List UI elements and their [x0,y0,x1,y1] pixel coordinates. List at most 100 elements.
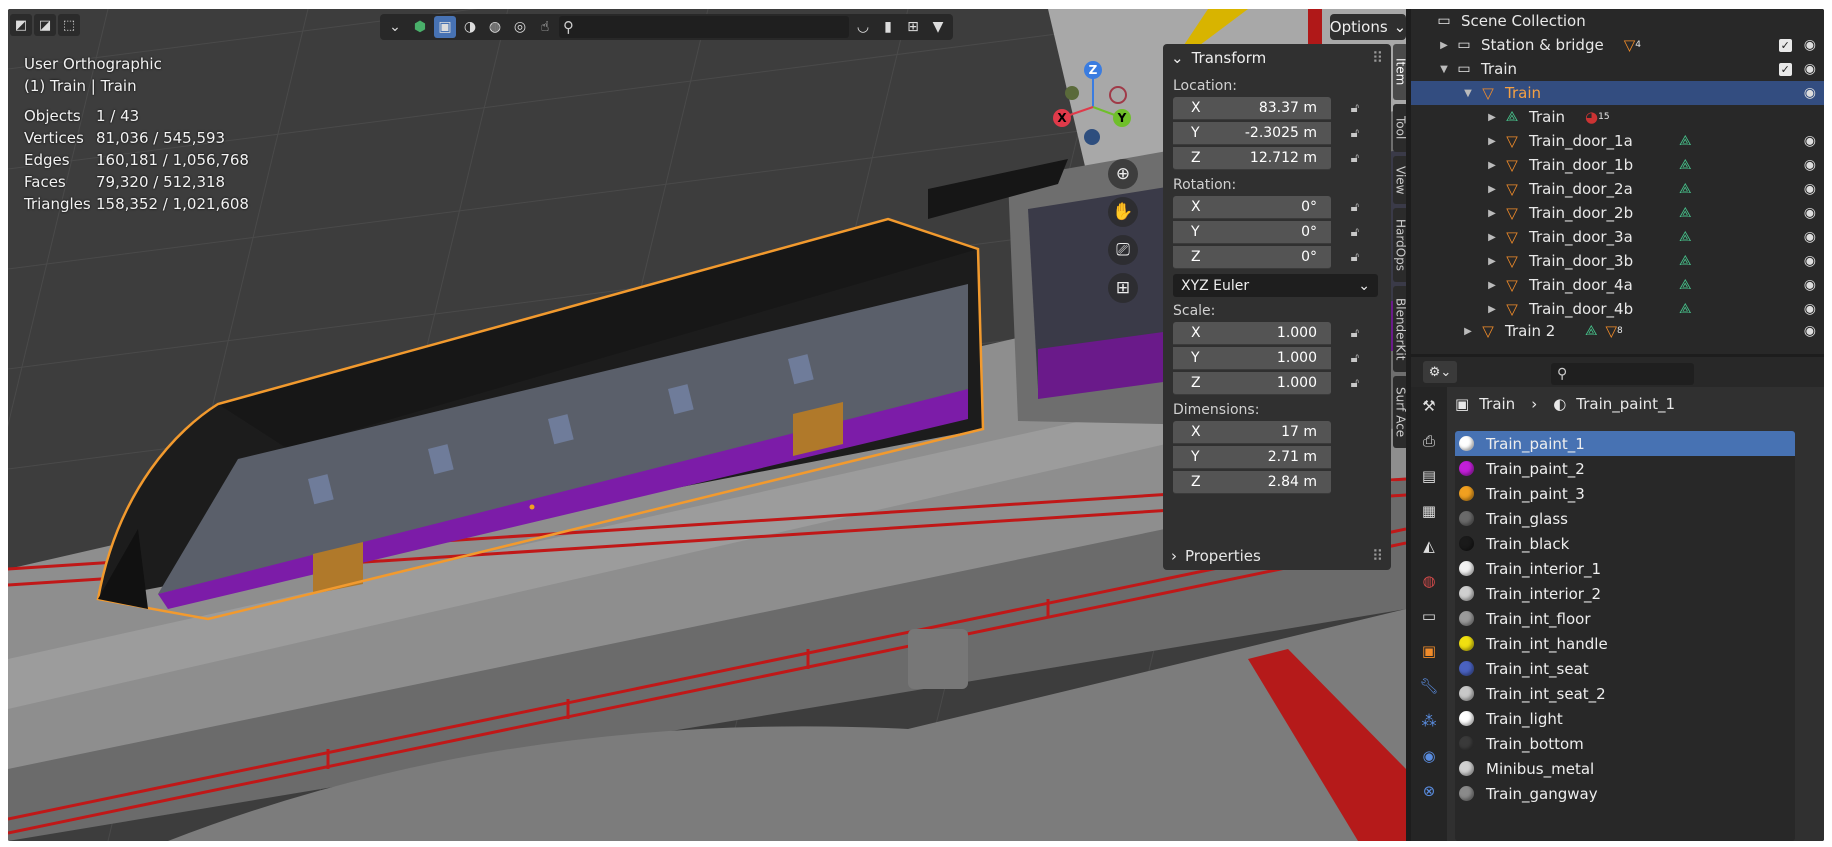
eye-icon[interactable]: ◉ [1804,323,1816,339]
chevron-right-icon[interactable]: ▶ [1485,256,1499,267]
chevron-down-icon[interactable]: ⌄ [384,16,406,38]
world-icon[interactable]: ◎ [509,16,531,38]
render-icon[interactable]: ⎙ [1416,428,1442,454]
material-slot[interactable]: Train_bottom [1455,731,1795,756]
render-shading-icon[interactable]: ◍ [484,16,506,38]
tab-surf-ace[interactable]: Surf Ace [1393,376,1406,448]
world-icon[interactable]: ◍ [1416,568,1442,594]
material-slot[interactable]: Train_paint_2 [1455,456,1795,481]
location-z-field[interactable]: Z 12.712 m [1173,147,1331,170]
chevron-right-icon[interactable]: ▶ [1485,136,1499,147]
chevron-right-icon[interactable]: ▶ [1485,232,1499,243]
scene-collection-row[interactable]: ▭ Scene Collection [1411,9,1824,33]
subtract-mode-icon[interactable]: ⬚ [58,14,80,36]
material-slot[interactable]: Train_glass [1455,506,1795,531]
camera-icon[interactable]: ⎚ [1108,235,1138,265]
output-icon[interactable]: ▤ [1416,463,1442,489]
outliner-row[interactable]: ▶ ▽ Train_door_1a ⟁ ◉ [1411,129,1824,153]
material-slot[interactable]: Train_paint_1 [1455,431,1795,456]
extend-mode-icon[interactable]: ◪ [34,14,56,36]
outliner-row[interactable]: ▶ ▽ Train 2 ⟁ ▽ 8 ◉ [1411,321,1824,341]
chevron-right-icon[interactable]: ▶ [1437,40,1451,51]
outliner-row[interactable]: ▶ ▽ Train_door_4a ⟁ ◉ [1411,273,1824,297]
gesture-icon[interactable]: ☝ [534,16,556,38]
scene-icon[interactable]: ◭ [1416,533,1442,559]
lock-icon[interactable]: 🔓︎ [1331,101,1359,116]
lock-icon[interactable]: 🔓︎ [1331,126,1359,141]
material-slot[interactable]: Train_int_handle [1455,631,1795,656]
collection-icon[interactable]: ▭ [1416,603,1442,629]
scale-x-field[interactable]: X 1.000 [1173,322,1331,345]
outliner-row[interactable]: ▼ ▭ Train ✓ ◉ [1411,57,1824,81]
particles-icon[interactable]: ⁂ [1416,708,1442,734]
options-dropdown[interactable]: Options ⌄ [1330,14,1406,40]
modifier-wrench-icon[interactable]: 🔧︎ [1416,673,1442,699]
scale-z-field[interactable]: Z 1.000 [1173,372,1331,395]
material-slot-list[interactable]: Train_paint_1 Train_paint_2 Train_paint_3 T… [1455,431,1795,841]
select-mode-icon[interactable]: ◩ [10,14,32,36]
rotation-mode-select[interactable]: XYZ Euler ⌄ [1173,274,1378,297]
chevron-right-icon[interactable]: ▶ [1485,280,1499,291]
chevron-down-icon[interactable]: ▼ [1437,64,1451,75]
shading-color-icon[interactable]: ⬢ [409,16,431,38]
eye-icon[interactable]: ◉ [1804,301,1816,317]
location-y-field[interactable]: Y -2.3025 m [1173,122,1331,145]
filter-icon[interactable]: ▼ [927,16,949,38]
material-slot[interactable]: Train_gangway [1455,781,1795,806]
lock-icon[interactable]: 🔓︎ [1331,200,1359,215]
bookmark-icon[interactable]: ▮ [877,16,899,38]
material-slot[interactable]: Train_int_seat_2 [1455,681,1795,706]
physics-icon[interactable]: ◉ [1416,743,1442,769]
view-layer-icon[interactable]: ▦ [1416,498,1442,524]
tab-tool[interactable]: Tool [1393,104,1406,152]
zoom-icon[interactable]: ⊕ [1108,159,1138,189]
tab-hardops[interactable]: HardOps [1393,208,1406,282]
include-checkbox[interactable]: ✓ [1778,62,1792,76]
material-slot[interactable]: Train_black [1455,531,1795,556]
material-slot[interactable]: Train_paint_3 [1455,481,1795,506]
dimensions-z-field[interactable]: Z 2.84 m [1173,471,1331,494]
chevron-right-icon[interactable]: ▶ [1485,208,1499,219]
material-slot[interactable]: Train_interior_1 [1455,556,1795,581]
navigation-gizmo[interactable]: Z Y X [1048,59,1138,159]
material-slot[interactable]: Train_int_floor [1455,606,1795,631]
outliner-row[interactable]: ▶ ⟁ Train ◕ 15 [1411,105,1824,129]
scale-y-field[interactable]: Y 1.000 [1173,347,1331,370]
properties-panel-header[interactable]: › Properties ⠿ [1163,542,1391,570]
search-input[interactable]: ⚲ [559,16,849,38]
chevron-right-icon[interactable]: ▶ [1485,304,1499,315]
rotation-y-field[interactable]: Y 0° [1173,221,1331,244]
outliner-row[interactable]: ▶ ▽ Train_door_3a ⟁ ◉ [1411,225,1824,249]
rotation-x-field[interactable]: X 0° [1173,196,1331,219]
dimensions-x-field[interactable]: X 17 m [1173,421,1331,444]
material-shading-icon[interactable]: ◑ [459,16,481,38]
dimensions-y-field[interactable]: Y 2.71 m [1173,446,1331,469]
pan-hand-icon[interactable]: ✋ [1108,197,1138,227]
lock-icon[interactable]: 🔓︎ [1331,225,1359,240]
grid-ortho-icon[interactable]: ⊞ [1108,273,1138,303]
object-icon[interactable]: ▣ [1416,638,1442,664]
outliner-row[interactable]: ▶ ▽ Train_door_1b ⟁ ◉ [1411,153,1824,177]
chevron-right-icon[interactable]: ▶ [1485,112,1499,123]
lock-icon[interactable]: 🔓︎ [1331,376,1359,391]
eye-icon[interactable]: ◉ [1804,37,1816,53]
eye-icon[interactable]: ◉ [1804,181,1816,197]
material-slot[interactable]: Train_int_seat [1455,656,1795,681]
chevron-right-icon[interactable]: ▶ [1485,160,1499,171]
chevron-right-icon[interactable]: ▶ [1461,326,1475,337]
eye-icon[interactable]: ◉ [1804,277,1816,293]
constraints-icon[interactable]: ⊗ [1416,778,1442,804]
hierarchy-icon[interactable]: ⊞ [902,16,924,38]
outliner-row[interactable]: ▶ ▭ Station & bridge ▽ 4 ✓ ◉ [1411,33,1824,57]
tab-blenderkit[interactable]: BlenderKit [1393,286,1406,372]
material-slot[interactable]: Train_light [1455,706,1795,731]
toggle-icon[interactable]: ◡ [852,16,874,38]
eye-icon[interactable]: ◉ [1804,85,1816,101]
3d-viewport[interactable]: ◩ ◪ ⬚ ⌄ ⬢ ▣ ◑ ◍ ◎ ☝ ⚲ ◡ ▮ ⊞ ▼ Options ⌄ … [8,9,1406,841]
eye-icon[interactable]: ◉ [1804,229,1816,245]
tab-item[interactable]: Item [1393,44,1406,100]
eye-icon[interactable]: ◉ [1804,205,1816,221]
outliner-row[interactable]: ▶ ▽ Train_door_4b ⟁ ◉ [1411,297,1824,321]
properties-search-input[interactable]: ⚲ [1551,363,1694,385]
solid-shading-icon[interactable]: ▣ [434,16,456,38]
